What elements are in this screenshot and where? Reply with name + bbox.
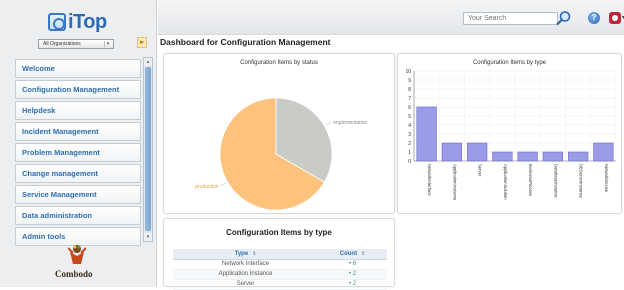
scroll-down-arrow-icon[interactable]: ▾ — [144, 233, 152, 241]
cell-count[interactable]: • 2 — [318, 279, 387, 290]
x-tick-label: DatabaseInstance — [553, 164, 558, 198]
bar-Server[interactable] — [466, 142, 488, 162]
count-link[interactable]: 2 — [353, 281, 356, 287]
top-header: ? ▾ — [158, 0, 624, 35]
search-input[interactable] — [463, 12, 558, 25]
main-menu: Welcome Configuration Management Helpdes… — [15, 59, 141, 248]
itop-logo[interactable]: iTop — [48, 10, 107, 34]
pie-label-leader — [220, 182, 226, 187]
y-tick-label: 2 — [408, 141, 411, 147]
sort-icon: ⇕ — [361, 250, 366, 257]
itop-logo-icon — [48, 13, 66, 31]
user-menu-icon[interactable] — [609, 12, 621, 24]
search-icon[interactable] — [556, 10, 572, 26]
menu-item-problem-management[interactable]: Problem Management — [15, 143, 141, 162]
y-tick-label: 10 — [405, 69, 411, 75]
y-tick-label: 9 — [408, 78, 411, 84]
logo-text: iTop — [68, 10, 107, 33]
y-tick-label: 4 — [408, 123, 411, 129]
x-tick-label: ApplicationSolution — [503, 164, 508, 200]
menu-item-service-management[interactable]: Service Management — [15, 185, 141, 204]
combodo-logo: Combodo — [50, 244, 110, 284]
cell-type: Application Instance — [173, 269, 319, 280]
y-tick-label: 6 — [408, 105, 411, 111]
menu-item-change-management[interactable]: Change management — [15, 164, 141, 183]
type-bar-chart: 0 1 2 3 4 5 6 7 8 9 10 NetworkInterface ApplicationI… — [405, 69, 617, 201]
table-row: Network Interface • 6 — [173, 259, 387, 270]
cell-type: Network Interface — [173, 259, 319, 270]
table-panel-type: Configuration Items by type Type ⇕ Count ⇕… — [163, 218, 395, 290]
column-header-type-label: Type — [234, 250, 249, 257]
sidebar: iTop All Organizations ▾ ▸ Welcome Confi… — [0, 0, 157, 287]
x-tick-label: DBServerInstance — [579, 164, 584, 199]
column-header-type[interactable]: Type ⇕ — [173, 249, 319, 260]
bar-ApplicationSolution[interactable] — [492, 151, 513, 162]
scroll-up-arrow-icon[interactable]: ▴ — [144, 58, 152, 66]
y-tick-label: 0 — [408, 159, 411, 165]
bar-DBServerInstance[interactable] — [567, 151, 589, 162]
pie-label-production: production — [195, 184, 219, 190]
y-tick-label: 3 — [408, 132, 411, 138]
y-tick-label: 1 — [408, 150, 411, 156]
count-link[interactable]: 6 — [353, 261, 356, 267]
cell-count[interactable]: • 6 — [318, 259, 387, 270]
table-row: Server • 2 — [173, 279, 387, 290]
combodo-wordmark: Combodo — [55, 269, 93, 279]
cell-count[interactable]: • 2 — [318, 269, 387, 280]
sort-icon: ⇕ — [252, 250, 257, 257]
y-tick-label: 5 — [408, 114, 411, 120]
table-title: Configuration Items by type — [226, 228, 332, 237]
type-table: Type ⇕ Count ⇕ Network Interface • 6 Appli… — [173, 249, 387, 290]
menu-item-helpdesk[interactable]: Helpdesk — [15, 101, 141, 120]
count-link[interactable]: 2 — [353, 271, 356, 277]
menu-item-welcome[interactable]: Welcome — [15, 59, 141, 78]
organization-select[interactable]: All Organizations ▾ — [38, 39, 114, 49]
status-pie-chart: production implementation — [195, 97, 368, 211]
page-title: Dashboard for Configuration Management — [160, 37, 331, 47]
menu-item-incident-management[interactable]: Incident Management — [15, 122, 141, 141]
chart-panel-type: Configuration Items by type 0 1 2 3 4 5 6 7 8 9 10… — [397, 53, 622, 214]
column-header-count[interactable]: Count ⇕ — [318, 249, 387, 260]
y-tick-label: 7 — [408, 96, 411, 102]
x-tick-label: NetworkDevice — [604, 164, 609, 193]
x-tick-label: NetworkInterface — [427, 164, 432, 196]
cell-type: Server — [173, 279, 319, 290]
bar-NetworkDevice[interactable] — [593, 142, 614, 162]
chevron-down-icon: ▾ — [104, 41, 111, 47]
y-tick-label: 8 — [408, 87, 411, 93]
bar-NetworkInterface[interactable] — [416, 106, 437, 162]
bar-ApplicationInstance[interactable] — [441, 142, 463, 162]
help-icon[interactable]: ? — [588, 12, 600, 24]
pie-label-implementation: implementation — [333, 120, 367, 126]
bar-BusinessProcess[interactable] — [517, 151, 538, 162]
menu-item-configuration-management[interactable]: Configuration Management — [15, 80, 141, 99]
table-row: Application Instance • 2 — [173, 269, 387, 280]
combodo-mascot-icon — [68, 245, 86, 264]
x-tick-label: BusinessProcess — [528, 164, 533, 196]
x-tick-label: ApplicationInstance — [452, 164, 457, 201]
x-tick-label: Server — [478, 164, 483, 177]
column-header-count-label: Count — [339, 250, 358, 257]
pie-label-leader — [326, 121, 332, 126]
pin-icon[interactable]: ▸ — [137, 37, 147, 48]
scrollbar-thumb[interactable] — [145, 67, 151, 231]
menu-item-data-administration[interactable]: Data administration — [15, 206, 141, 225]
bar-DatabaseInstance[interactable] — [542, 151, 564, 162]
organization-select-value: All Organizations — [43, 41, 81, 47]
chart-panel-status: Configuration Items by status production… — [163, 53, 395, 214]
menu-scrollbar[interactable]: ▴ ▾ — [143, 57, 153, 242]
